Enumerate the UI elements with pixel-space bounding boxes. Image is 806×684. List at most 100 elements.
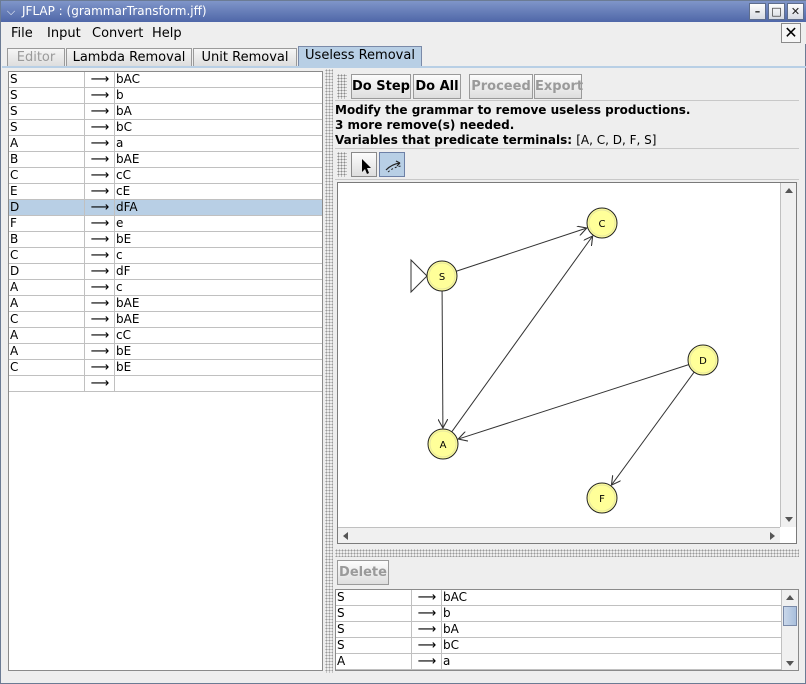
toolbar-grip[interactable] (337, 152, 347, 177)
grammar-row[interactable]: C ⟶ bE (9, 360, 322, 376)
grammar-row[interactable]: A ⟶ a (9, 136, 322, 152)
production-lhs[interactable]: S (336, 638, 412, 653)
production-rhs[interactable]: bAE (115, 296, 322, 311)
transition-creator-tool[interactable] (379, 152, 405, 177)
production-rhs[interactable]: c (115, 280, 322, 295)
scroll-up-icon[interactable] (781, 183, 797, 199)
production-rhs[interactable]: bC (115, 120, 322, 135)
tab-unit-removal[interactable]: Unit Removal (193, 48, 297, 67)
grammar-table[interactable]: S ⟶ bAC S ⟶ b S ⟶ bA S ⟶ bC A ⟶ a B ⟶ bAE C ⟶ cC E ⟶ cE D ⟶ dFA F ⟶ e… (8, 71, 323, 671)
production-rhs[interactable]: dFA (115, 200, 322, 215)
production-rhs[interactable]: bE (115, 360, 322, 375)
menu-input[interactable]: Input (47, 25, 81, 42)
scroll-down-icon[interactable] (782, 655, 798, 670)
production-lhs[interactable]: C (9, 248, 85, 263)
close-window-button[interactable]: ✕ (787, 3, 804, 20)
production-lhs[interactable]: F (9, 216, 85, 231)
grammar-row[interactable]: C ⟶ bAE (9, 312, 322, 328)
grammar-row[interactable]: F ⟶ e (9, 216, 322, 232)
production-rhs[interactable]: dF (115, 264, 322, 279)
production-lhs[interactable]: S (9, 88, 85, 103)
production-rhs[interactable]: bAC (442, 590, 781, 605)
grammar-row[interactable]: ⟶ (9, 376, 322, 392)
production-rhs[interactable]: cC (115, 328, 322, 343)
bottom-table-scrollbar[interactable] (781, 590, 798, 670)
production-rhs[interactable]: c (115, 248, 322, 263)
scroll-thumb[interactable] (783, 606, 797, 626)
system-menu-icon[interactable]: ⌵ (3, 4, 19, 19)
maximize-button[interactable]: □ (768, 3, 785, 20)
production-rhs[interactable]: e (115, 216, 322, 231)
do-step-button[interactable]: Do Step (351, 74, 411, 99)
menu-file[interactable]: File (11, 25, 33, 42)
grammar-row[interactable]: D ⟶ dFA (9, 200, 322, 216)
production-rhs[interactable]: bAE (115, 152, 322, 167)
production-rhs[interactable]: bE (115, 232, 322, 247)
production-lhs[interactable]: A (9, 328, 85, 343)
production-rhs[interactable] (115, 376, 322, 391)
bottom-split-divider[interactable] (335, 549, 799, 557)
grammar-row[interactable]: C ⟶ cC (9, 168, 322, 184)
grammar-row[interactable]: E ⟶ cE (9, 184, 322, 200)
production-lhs[interactable]: C (9, 168, 85, 183)
grammar-row[interactable]: D ⟶ dF (9, 264, 322, 280)
grammar-row[interactable]: A ⟶ bE (9, 344, 322, 360)
production-lhs[interactable]: A (9, 136, 85, 151)
bottom-production-row[interactable]: S ⟶ bA (336, 622, 781, 638)
production-rhs[interactable]: bA (115, 104, 322, 119)
grammar-row[interactable]: B ⟶ bAE (9, 152, 322, 168)
production-lhs[interactable]: A (9, 344, 85, 359)
production-lhs[interactable]: B (9, 232, 85, 247)
scroll-down-icon[interactable] (781, 511, 797, 527)
production-rhs[interactable]: bE (115, 344, 322, 359)
production-rhs[interactable]: a (442, 654, 781, 669)
production-rhs[interactable]: b (442, 606, 781, 621)
production-rhs[interactable]: cE (115, 184, 322, 199)
attribute-editor-tool[interactable] (351, 152, 377, 177)
production-lhs[interactable]: S (336, 606, 412, 621)
production-lhs[interactable]: A (9, 280, 85, 295)
dependency-edge-d-f[interactable] (611, 371, 695, 485)
production-rhs[interactable]: bAC (115, 72, 322, 87)
do-all-button[interactable]: Do All (413, 74, 461, 99)
toolbar-grip[interactable] (337, 74, 347, 99)
production-rhs[interactable]: a (115, 136, 322, 151)
production-lhs[interactable]: S (336, 622, 412, 637)
production-lhs[interactable]: D (9, 200, 85, 215)
production-rhs[interactable]: b (115, 88, 322, 103)
production-rhs[interactable]: bA (442, 622, 781, 637)
grammar-row[interactable]: S ⟶ b (9, 88, 322, 104)
tab-lambda-removal[interactable]: Lambda Removal (66, 48, 192, 67)
production-lhs[interactable]: C (9, 312, 85, 327)
split-pane-divider[interactable] (325, 69, 333, 673)
production-lhs[interactable]: D (9, 264, 85, 279)
production-rhs[interactable]: bC (442, 638, 781, 653)
export-button[interactable]: Export (534, 74, 583, 99)
production-lhs[interactable]: S (9, 72, 85, 87)
grammar-row[interactable]: B ⟶ bE (9, 232, 322, 248)
grammar-row[interactable]: S ⟶ bA (9, 104, 322, 120)
production-lhs[interactable]: E (9, 184, 85, 199)
grammar-row[interactable]: S ⟶ bAC (9, 72, 322, 88)
canvas-vertical-scrollbar[interactable] (780, 183, 796, 527)
production-lhs[interactable]: S (9, 104, 85, 119)
bottom-production-row[interactable]: A ⟶ a (336, 654, 781, 670)
delete-button[interactable]: Delete (337, 560, 389, 585)
production-lhs[interactable]: C (9, 360, 85, 375)
grammar-row[interactable]: A ⟶ cC (9, 328, 322, 344)
dependency-edge-s-c[interactable] (456, 228, 587, 272)
scroll-right-icon[interactable] (764, 528, 780, 544)
minimize-button[interactable]: – (749, 3, 766, 20)
close-document-button[interactable]: ✕ (781, 23, 801, 43)
bottom-production-row[interactable]: S ⟶ bC (336, 638, 781, 654)
production-lhs[interactable]: A (9, 296, 85, 311)
production-lhs[interactable]: S (9, 120, 85, 135)
bottom-production-row[interactable]: S ⟶ bAC (336, 590, 781, 606)
tab-useless-removal[interactable]: Useless Removal (298, 46, 422, 67)
dependency-edge-d-a[interactable] (458, 364, 689, 439)
grammar-row[interactable]: C ⟶ c (9, 248, 322, 264)
production-lhs[interactable]: S (336, 590, 412, 605)
proceed-button[interactable]: Proceed (469, 74, 533, 99)
tab-editor[interactable]: Editor (7, 48, 65, 67)
menu-convert[interactable]: Convert (92, 25, 143, 42)
